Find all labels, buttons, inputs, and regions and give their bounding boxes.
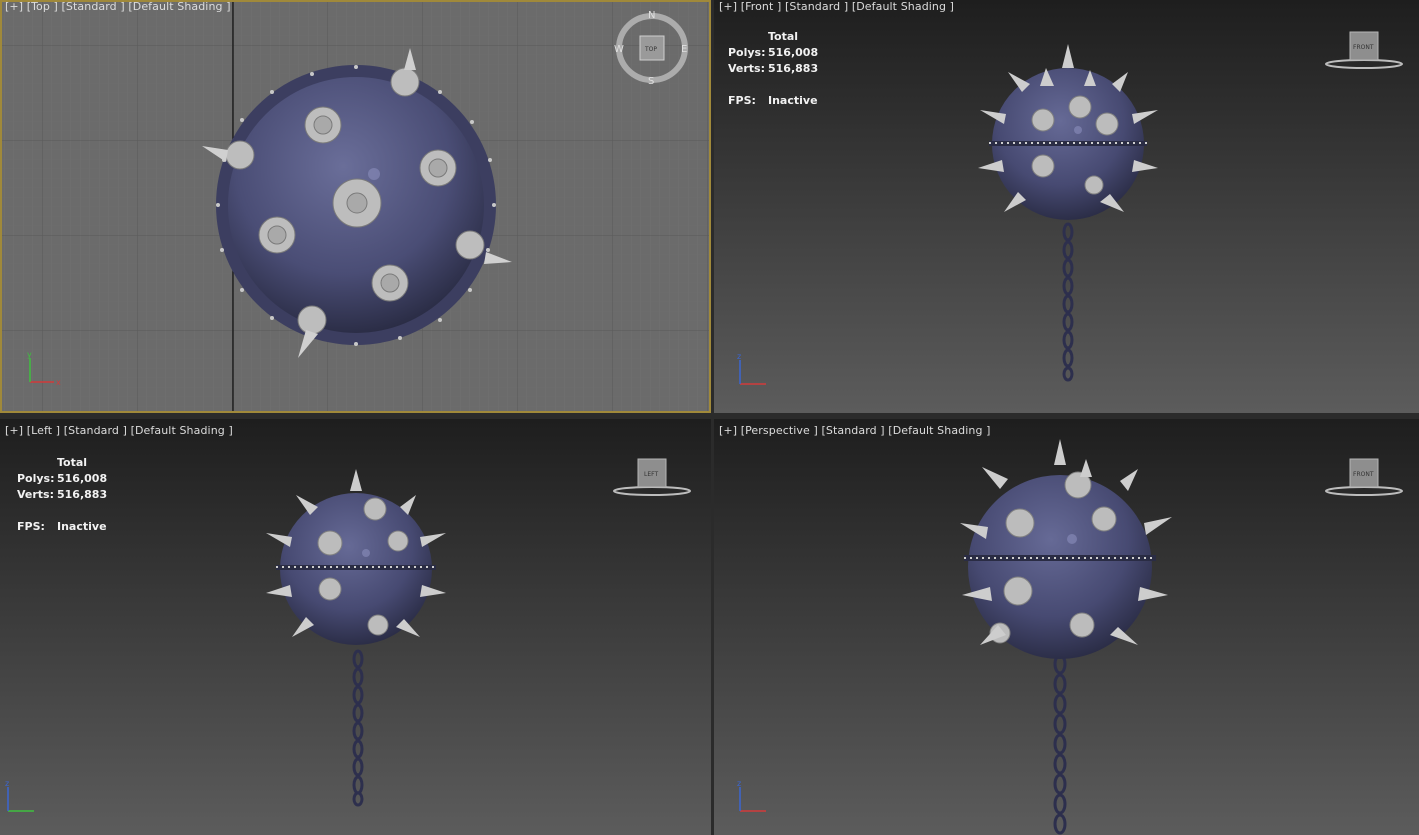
- stats-fps-label: FPS:: [728, 94, 756, 107]
- compass-cube-label: TOP: [644, 46, 657, 53]
- stats-polys-label: Polys:: [728, 46, 766, 59]
- top-viewport-label[interactable]: [+] [Top ] [Standard ] [Default Shading …: [5, 0, 231, 13]
- perspective-axis-tripod: z: [737, 779, 766, 812]
- left-axis-tripod: z: [5, 779, 34, 812]
- left-stats-overlay: Total Polys: 516,008 Verts: 516,883 FPS: In…: [17, 456, 108, 533]
- stats-total-label: Total: [768, 30, 799, 43]
- top-axis-tripod: x y: [27, 350, 61, 387]
- top-mine-model[interactable]: [0, 0, 711, 413]
- left-viewcube[interactable]: LEFT: [610, 457, 694, 499]
- stats-verts-value: 516,883: [768, 62, 819, 75]
- svg-text:z: z: [737, 779, 741, 788]
- top-compass-viewcube[interactable]: TOP N S E W: [614, 8, 690, 88]
- front-viewport-label[interactable]: [+] [Front ] [Standard ] [Default Shadin…: [719, 0, 954, 13]
- perspective-viewcube[interactable]: FRONT: [1322, 457, 1406, 499]
- perspective-mine-model[interactable]: [714, 419, 1419, 835]
- compass-s: S: [648, 76, 654, 87]
- left-viewport-label[interactable]: [+] [Left ] [Standard ] [Default Shading…: [5, 424, 233, 437]
- stats-verts-label: Verts:: [728, 62, 766, 75]
- left-viewcube-label: LEFT: [644, 471, 658, 478]
- stats-fps-value: Inactive: [768, 94, 818, 107]
- compass-w: W: [614, 44, 624, 55]
- viewport-left[interactable]: Total Polys: 516,008 Verts: 516,883 FPS: In…: [0, 419, 711, 835]
- svg-text:x: x: [56, 378, 61, 387]
- stats-polys-value: 516,008: [768, 46, 819, 59]
- front-stats-overlay: Total Polys: 516,008 Verts: 516,883 FPS: In…: [728, 29, 818, 109]
- front-axis-tripod: z: [737, 352, 766, 385]
- compass-e: E: [681, 44, 687, 55]
- viewport-perspective[interactable]: FRONT z [+] [Perspective ] [Standard ] […: [714, 419, 1419, 835]
- front-mine-model[interactable]: [714, 0, 1419, 413]
- viewport-front[interactable]: Total Polys: 516,008 Verts: 516,883 FPS: In…: [714, 0, 1419, 413]
- front-viewcube[interactable]: FRONT: [1322, 30, 1406, 72]
- svg-text:y: y: [27, 350, 32, 359]
- svg-text:z: z: [5, 779, 9, 788]
- compass-n: N: [648, 10, 655, 21]
- front-viewcube-label: FRONT: [1353, 44, 1374, 51]
- perspective-viewport-label[interactable]: [+] [Perspective ] [Standard ] [Default …: [719, 424, 991, 437]
- svg-text:z: z: [737, 352, 741, 361]
- viewport-top[interactable]: TOP N S E W x y [+] [Top ] [Standard ] […: [0, 0, 711, 413]
- perspective-viewcube-label: FRONT: [1353, 471, 1374, 478]
